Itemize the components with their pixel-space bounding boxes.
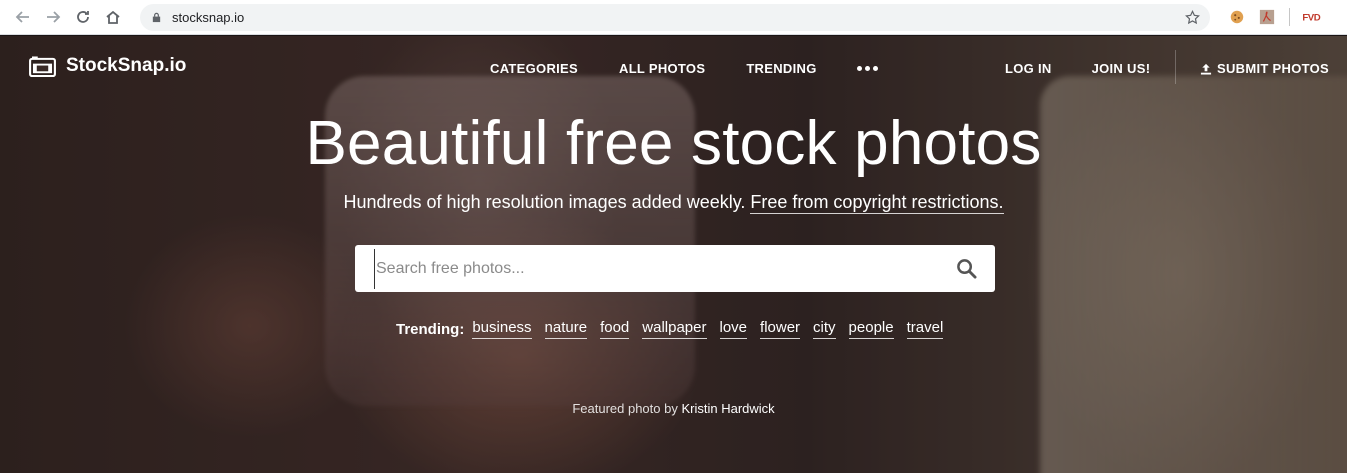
trending-tag[interactable]: people [848, 319, 894, 339]
account-nav: LOG IN JOIN US! [1005, 61, 1150, 76]
svg-text:FVD: FVD [1302, 13, 1320, 24]
toolbar-divider [1289, 8, 1290, 26]
trending-label: Trending: [396, 320, 465, 338]
lock-icon [151, 12, 163, 24]
trending-tag[interactable]: business [472, 319, 532, 339]
nav-categories[interactable]: CATEGORIES [490, 61, 578, 76]
hero-subline-text: Hundreds of high resolution images added… [343, 192, 746, 212]
submit-photos-button[interactable]: SUBMIT PHOTOS [1200, 61, 1329, 76]
main-nav: CATEGORIES ALL PHOTOS TRENDING [490, 61, 881, 76]
address-bar[interactable]: stocksnap.io [140, 4, 1210, 31]
nav-all-photos[interactable]: ALL PHOTOS [619, 61, 705, 76]
trending-tag[interactable]: city [813, 319, 836, 339]
camera-icon [29, 55, 57, 77]
submit-photos-label: SUBMIT PHOTOS [1217, 61, 1330, 76]
back-icon[interactable] [8, 2, 38, 32]
trending-tag[interactable]: travel [906, 319, 944, 339]
pdf-extension-icon[interactable] [1258, 8, 1276, 26]
trending-tag[interactable]: love [719, 319, 748, 339]
join-link[interactable]: JOIN US! [1092, 61, 1151, 76]
forward-icon[interactable] [38, 2, 68, 32]
bookmark-star-icon[interactable] [1185, 9, 1200, 25]
hero-headline: Beautiful free stock photos [305, 109, 1042, 178]
browser-toolbar: stocksnap.io FVD [0, 0, 1347, 35]
credit-author-link[interactable]: Kristin Hardwick [681, 401, 774, 416]
home-icon[interactable] [98, 2, 128, 32]
upload-icon [1200, 62, 1213, 75]
photo-credit: Featured photo by Kristin Hardwick [0, 401, 1347, 416]
logo-text: StockSnap.io [66, 55, 187, 76]
nav-divider [1175, 50, 1176, 84]
trending-tag[interactable]: food [600, 319, 630, 339]
url-text: stocksnap.io [172, 10, 245, 25]
cookie-extension-icon[interactable] [1228, 8, 1246, 26]
trending-tag[interactable]: wallpaper [642, 319, 707, 339]
trending-tag[interactable]: flower [760, 319, 801, 339]
search-icon[interactable] [956, 258, 978, 280]
reload-icon[interactable] [68, 2, 98, 32]
site-logo[interactable]: StockSnap.io [29, 55, 186, 77]
fvd-extension-icon[interactable]: FVD [1301, 8, 1323, 26]
trending-tag[interactable]: nature [544, 319, 588, 339]
more-options-icon[interactable] [856, 62, 881, 76]
credit-prefix: Featured photo by [572, 401, 678, 416]
search-box [355, 245, 995, 292]
trending-tags: Trending: business nature food wallpaper… [396, 319, 956, 339]
site-header: StockSnap.io CATEGORIES ALL PHOTOS TREND… [0, 36, 1347, 100]
nav-trending[interactable]: TRENDING [746, 61, 816, 76]
login-link[interactable]: LOG IN [1005, 61, 1052, 76]
copyright-link[interactable]: Free from copyright restrictions. [750, 192, 1004, 214]
search-input[interactable] [374, 248, 934, 289]
hero-subline: Hundreds of high resolution images added… [0, 192, 1347, 214]
